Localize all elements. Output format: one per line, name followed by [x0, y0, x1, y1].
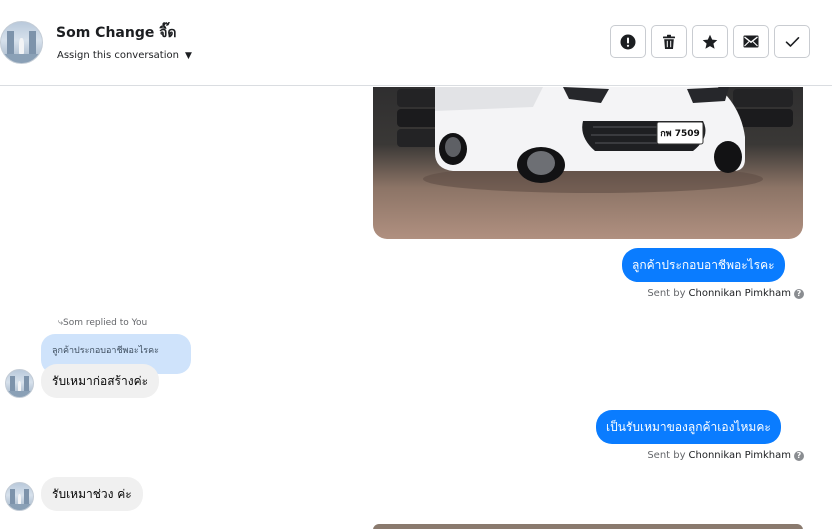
- car-photo-attachment[interactable]: กพ 7509: [373, 87, 803, 239]
- contact-name[interactable]: Som Change จิ๊ด: [56, 22, 177, 44]
- reply-note: ⤷Som replied to You: [58, 318, 148, 328]
- assign-conversation-dropdown[interactable]: Assign this conversation ▼: [57, 50, 192, 61]
- incoming-message[interactable]: รับเหมาช่วง ค่ะ: [41, 477, 143, 511]
- contact-avatar[interactable]: [0, 21, 43, 64]
- sender-name[interactable]: Chonnikan Pimkham: [689, 450, 791, 461]
- mark-spam-button[interactable]: [610, 25, 646, 58]
- conversation-header: Som Change จิ๊ด Assign this conversation…: [0, 0, 832, 86]
- car-photo-image: กพ 7509: [397, 87, 793, 193]
- alert-circle-icon: [620, 34, 636, 49]
- sender-avatar[interactable]: [5, 369, 34, 398]
- delete-button[interactable]: [651, 25, 687, 58]
- envelope-icon: [743, 35, 759, 48]
- sent-by-prefix: Sent by: [647, 288, 686, 299]
- star-button[interactable]: [692, 25, 728, 58]
- message-thread: กพ 7509 ลูกค้าประกอบอาชีพอะไรคะ Sent by …: [0, 87, 832, 529]
- next-photo-attachment[interactable]: [373, 524, 803, 529]
- checkmark-icon: [785, 36, 799, 47]
- star-icon: [702, 34, 718, 49]
- conversation-toolbar: [610, 25, 810, 58]
- sent-by-caption: Sent by Chonnikan Pimkham ?: [647, 288, 804, 299]
- sender-avatar[interactable]: [5, 482, 34, 511]
- incoming-message[interactable]: รับเหมาก่อสร้างค่ะ: [41, 364, 160, 398]
- license-plate-text: กพ 7509: [660, 129, 700, 139]
- sent-by-prefix: Sent by: [647, 450, 686, 461]
- help-icon[interactable]: ?: [794, 450, 804, 461]
- mark-done-button[interactable]: [774, 25, 810, 58]
- help-icon[interactable]: ?: [794, 288, 804, 299]
- sender-name[interactable]: Chonnikan Pimkham: [689, 288, 791, 299]
- caret-down-icon: ▼: [184, 50, 192, 61]
- mark-unread-button[interactable]: [733, 25, 769, 58]
- outgoing-message[interactable]: ลูกค้าประกอบอาชีพอะไรคะ: [622, 248, 785, 282]
- trash-icon: [663, 34, 675, 49]
- assign-label: Assign this conversation: [57, 50, 179, 61]
- outgoing-message[interactable]: เป็นรับเหมาของลูกค้าเองไหมคะ: [596, 410, 781, 444]
- sent-by-caption: Sent by Chonnikan Pimkham ?: [647, 450, 804, 461]
